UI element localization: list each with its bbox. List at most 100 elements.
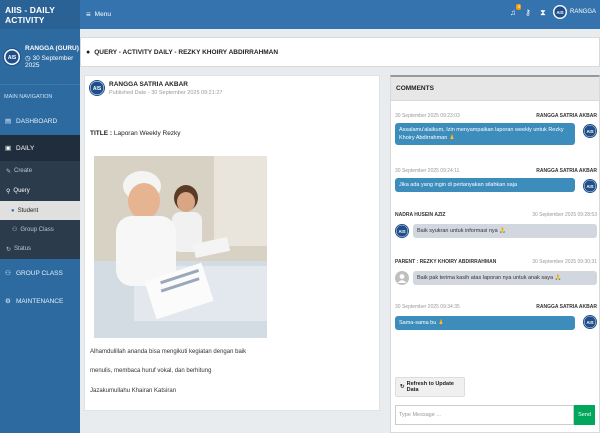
sidebar-item-dashboard[interactable]: ▤ DASHBOARD: [0, 107, 80, 135]
topbar: ≡ Menu ♫ 4 ⚷ ⧗ AIS RANGGA: [80, 0, 600, 29]
message-bubble: Jika ada yang ingin di pertanyakan silah…: [395, 178, 575, 192]
sidebar-item-label: Group Class: [20, 226, 54, 233]
sidebar: AIIS - DAILY ACTIVITY AIS RANGGA (GURU) …: [0, 0, 80, 433]
pencil-icon: ✎: [6, 168, 12, 175]
sidebar-item-label: DASHBOARD: [16, 117, 58, 125]
message-time: 30 September 2025 09:24:11: [395, 168, 460, 174]
svg-text:AIS: AIS: [586, 129, 593, 134]
refresh-button[interactable]: ↻ Refresh to Update Data: [395, 377, 465, 397]
message-author: PARENT : REZKY KHOIRY ABDIRRAHMAN: [395, 259, 497, 265]
page-title: QUERY - ACTIVITY DAILY - REZKY KHOIRY AB…: [94, 48, 279, 56]
user-date: 30 September 2025: [25, 54, 74, 69]
avatar: AIS: [583, 179, 597, 193]
post-title: TITLE : Laporan Weekly Rezky: [90, 130, 181, 137]
gear-icon: ⚙: [5, 298, 11, 305]
message-author: RANGGA SATRIA AKBAR: [536, 304, 597, 310]
message-author: RANGGA SATRIA AKBAR: [536, 113, 597, 119]
sidebar-item-group-class[interactable]: ⚇ GROUP CLASS: [0, 259, 80, 287]
message-bubble: Baik syukran untuk informasi nya 🙏: [413, 224, 597, 238]
message-author: RANGGA SATRIA AKBAR: [536, 168, 597, 174]
key-icon: ⚷: [525, 8, 531, 17]
menu-label: Menu: [94, 11, 111, 18]
search-icon: ⚲: [6, 188, 11, 195]
user-menu-avatar[interactable]: AIS: [552, 5, 567, 19]
user-icon: ●: [86, 48, 91, 56]
chat-message: 30 September 2025 09:34:35 RANGGA SATRIA…: [391, 304, 600, 330]
hourglass-button[interactable]: ⧗: [538, 6, 548, 18]
sidebar-item-label: MAINTENANCE: [16, 297, 64, 305]
post-title-label: TITLE :: [90, 130, 113, 137]
user-panel: AIS RANGGA (GURU) ◷ 30 September 2025: [0, 29, 80, 85]
user-name: RANGGA (GURU): [25, 44, 79, 52]
user-icon: ●: [11, 207, 15, 214]
dashboard-icon: ▤: [5, 118, 12, 125]
chat-message: 30 September 2025 09:24:11 RANGGA SATRIA…: [391, 168, 600, 193]
avatar: AIS: [583, 315, 597, 329]
users-icon: ⚇: [12, 227, 18, 233]
sidebar-item-maintenance[interactable]: ⚙ MAINTENANCE: [0, 287, 80, 315]
chat-message: NADRA HUSEIN AZIZ 30 September 2025 09:2…: [391, 212, 600, 238]
sidebar-item-label: Status: [14, 246, 32, 252]
post-title-value: Laporan Weekly Rezky: [113, 130, 181, 137]
sidebar-item-student[interactable]: ● Student: [0, 201, 80, 220]
refresh-label: Refresh to Update Data: [406, 381, 454, 393]
svg-text:AIS: AIS: [556, 10, 563, 15]
refresh-icon: ↻: [6, 246, 12, 253]
message-time: 30 September 2025 09:34:35: [395, 304, 460, 310]
notification-badge: 4: [516, 4, 521, 10]
book-icon: ▣: [5, 145, 12, 152]
sidebar-item-status[interactable]: ↻ Status: [0, 239, 80, 259]
sidebar-item-label: Create: [14, 168, 33, 174]
svg-text:AIS: AIS: [93, 86, 102, 92]
group-icon: ⚇: [5, 270, 11, 277]
sidebar-item-label: GROUP CLASS: [16, 269, 63, 277]
chat-message: 30 September 2025 09:23:03 RANGGA SATRIA…: [391, 113, 600, 145]
sidebar-item-group-class-sub[interactable]: ⚇ Group Class: [0, 220, 80, 239]
message-bubble: Sama-sama bu 🙏: [395, 316, 575, 330]
avatar: AIS: [89, 80, 105, 96]
sidebar-item-daily[interactable]: ▣ DAILY: [0, 135, 80, 161]
message-bubble: Baik pak terima kasih atas laporan nya u…: [413, 271, 597, 285]
post-author: RANGGA SATRIA AKBAR: [109, 80, 188, 88]
sidebar-item-create[interactable]: ✎ Create: [0, 161, 80, 181]
svg-text:AIS: AIS: [586, 320, 593, 325]
avatar: AIS: [583, 124, 597, 138]
avatar: AIS: [395, 224, 409, 238]
post-body-line: Jazakumullahu Khairan Katsiran: [90, 388, 177, 394]
send-button[interactable]: Send: [574, 405, 595, 425]
post-published-date: Published Date - 30 September 2025 09:21…: [109, 89, 223, 96]
top-user-name[interactable]: RANGGA: [570, 9, 596, 15]
svg-text:AIS: AIS: [8, 55, 17, 61]
sidebar-item-label: Query: [13, 188, 30, 194]
key-button[interactable]: ⚷: [523, 6, 533, 18]
svg-text:AIS: AIS: [586, 184, 593, 189]
sidebar-item-label: Student: [17, 207, 39, 214]
chat-message: PARENT : REZKY KHOIRY ABDIRRAHMAN 30 Sep…: [391, 259, 600, 285]
brand-logo-text[interactable]: AIIS - DAILY ACTIVITY: [0, 0, 80, 29]
sidebar-item-query[interactable]: ⚲ Query: [0, 181, 80, 201]
message-bubble: Assalamu'alaikum, Izin menyampaikan lapo…: [395, 123, 575, 145]
bell-icon: ♫: [509, 8, 516, 17]
post-body-line: menulis, membaca huruf vokal, dan berhit…: [90, 368, 212, 374]
comments-title: COMMENTS: [391, 77, 599, 101]
hourglass-icon: ⧗: [540, 8, 546, 17]
nav-header: MAIN NAVIGATION: [0, 85, 80, 107]
page-title-bar: ● QUERY - ACTIVITY DAILY - REZKY KHOIRY …: [80, 37, 600, 67]
avatar: [395, 271, 409, 285]
sidebar-item-label: DAILY: [16, 144, 35, 152]
clock-icon: ◷: [25, 54, 31, 62]
post-body-line: Alhamdulillah ananda bisa mengikuti kegi…: [90, 349, 247, 355]
daily-submenu: ✎ Create ⚲ Query ● Student ⚇ Group Class…: [0, 161, 80, 259]
message-time: 30 September 2025 09:23:03: [395, 113, 460, 119]
message-author: NADRA HUSEIN AZIZ: [395, 212, 446, 218]
avatar: AIS: [3, 47, 21, 66]
message-input[interactable]: [395, 405, 574, 425]
comments-panel: COMMENTS 30 September 2025 09:23:03 RANG…: [390, 75, 600, 433]
hamburger-icon: ≡: [86, 10, 91, 19]
message-time: 30 September 2025 09:28:53: [532, 212, 597, 218]
svg-text:AIS: AIS: [398, 229, 405, 234]
menu-toggle-button[interactable]: ≡ Menu: [86, 10, 111, 19]
post-card: AIS RANGGA SATRIA AKBAR Published Date -…: [84, 75, 380, 411]
notification-button[interactable]: ♫ 4: [508, 4, 521, 18]
refresh-icon: ↻: [400, 384, 405, 390]
